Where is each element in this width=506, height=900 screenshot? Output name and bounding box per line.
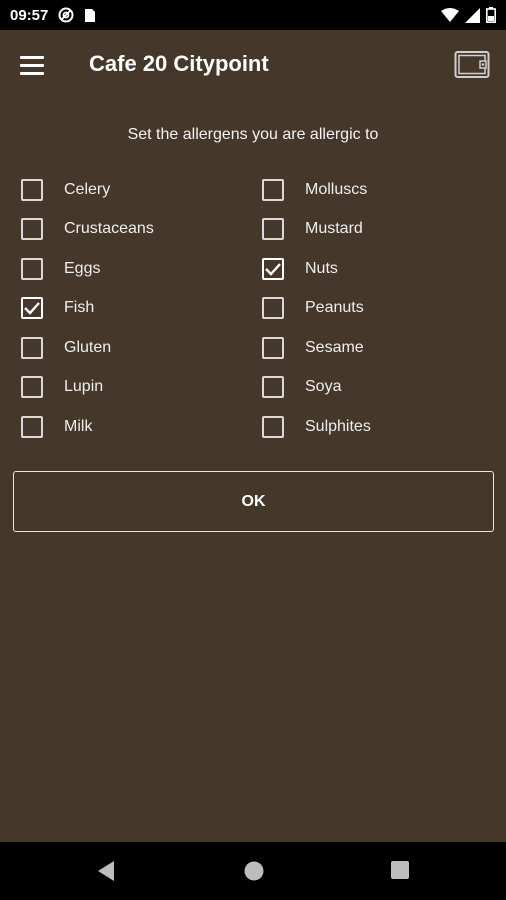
allergen-checkbox-molluscs[interactable]: Molluscs	[262, 172, 367, 208]
home-icon[interactable]	[243, 860, 265, 887]
checkbox[interactable]	[21, 258, 43, 280]
allergen-label: Celery	[64, 181, 111, 198]
signal-icon	[465, 7, 480, 23]
sim-card-icon	[84, 8, 96, 23]
allergen-checkbox-fish[interactable]: Fish	[21, 290, 94, 326]
allergen-label: Molluscs	[305, 181, 368, 198]
allergen-label: Soya	[305, 378, 342, 395]
allergen-checkbox-mustard[interactable]: Mustard	[262, 211, 363, 247]
allergen-checkbox-eggs[interactable]: Eggs	[21, 251, 100, 287]
checkbox[interactable]	[262, 337, 284, 359]
wallet-icon[interactable]	[454, 50, 490, 80]
allergen-label: Sesame	[305, 339, 364, 356]
allergen-label: Gluten	[64, 339, 112, 356]
checkbox[interactable]	[262, 258, 284, 280]
checkbox[interactable]	[262, 297, 284, 319]
at-sign-icon	[58, 7, 74, 23]
checkbox[interactable]	[21, 179, 43, 201]
allergen-checkbox-gluten[interactable]: Gluten	[21, 330, 111, 366]
battery-icon	[486, 7, 496, 23]
page-title: Cafe 20 Citypoint	[89, 51, 269, 76]
status-bar: 09:57	[0, 0, 506, 30]
checkbox[interactable]	[262, 376, 284, 398]
allergen-prompt: Set the allergens you are allergic to	[127, 126, 379, 143]
recents-icon[interactable]	[390, 860, 410, 885]
allergen-label: Sulphites	[305, 418, 371, 435]
status-right	[441, 7, 496, 23]
checkbox[interactable]	[21, 376, 43, 398]
allergen-checkbox-nuts[interactable]: Nuts	[262, 251, 338, 287]
screen: 09:57 Cafe 20 Citypoint Set the allergen…	[0, 0, 506, 900]
allergen-label: Peanuts	[305, 299, 364, 316]
app-bar: Cafe 20 Citypoint	[0, 30, 506, 100]
allergen-checkbox-soya[interactable]: Soya	[262, 369, 341, 405]
checkbox[interactable]	[21, 416, 43, 438]
checkbox[interactable]	[21, 218, 43, 240]
allergen-checkbox-celery[interactable]: Celery	[21, 172, 110, 208]
wifi-icon	[441, 8, 459, 22]
allergen-checkbox-lupin[interactable]: Lupin	[21, 369, 103, 405]
allergen-label: Nuts	[305, 260, 338, 277]
back-icon[interactable]	[96, 860, 116, 887]
checkbox[interactable]	[262, 416, 284, 438]
checkbox[interactable]	[21, 337, 43, 359]
checkbox[interactable]	[21, 297, 43, 319]
allergen-checkbox-milk[interactable]: Milk	[21, 409, 92, 445]
checkbox[interactable]	[262, 218, 284, 240]
navigation-bar	[0, 842, 506, 900]
allergen-label: Fish	[64, 299, 95, 316]
allergen-label: Eggs	[64, 260, 101, 277]
ok-button[interactable]: OK	[13, 471, 494, 532]
allergen-label: Mustard	[305, 220, 363, 237]
hamburger-menu-icon[interactable]	[20, 52, 50, 78]
allergen-label: Lupin	[64, 378, 104, 395]
allergen-checkbox-sulphites[interactable]: Sulphites	[262, 409, 371, 445]
status-time: 09:57	[10, 6, 49, 24]
checkbox[interactable]	[262, 179, 284, 201]
allergen-label: Crustaceans	[64, 220, 154, 237]
allergen-checkbox-sesame[interactable]: Sesame	[262, 330, 364, 366]
allergen-checkbox-peanuts[interactable]: Peanuts	[262, 290, 364, 326]
allergen-checkbox-crustaceans[interactable]: Crustaceans	[21, 211, 154, 247]
allergen-label: Milk	[64, 418, 93, 435]
